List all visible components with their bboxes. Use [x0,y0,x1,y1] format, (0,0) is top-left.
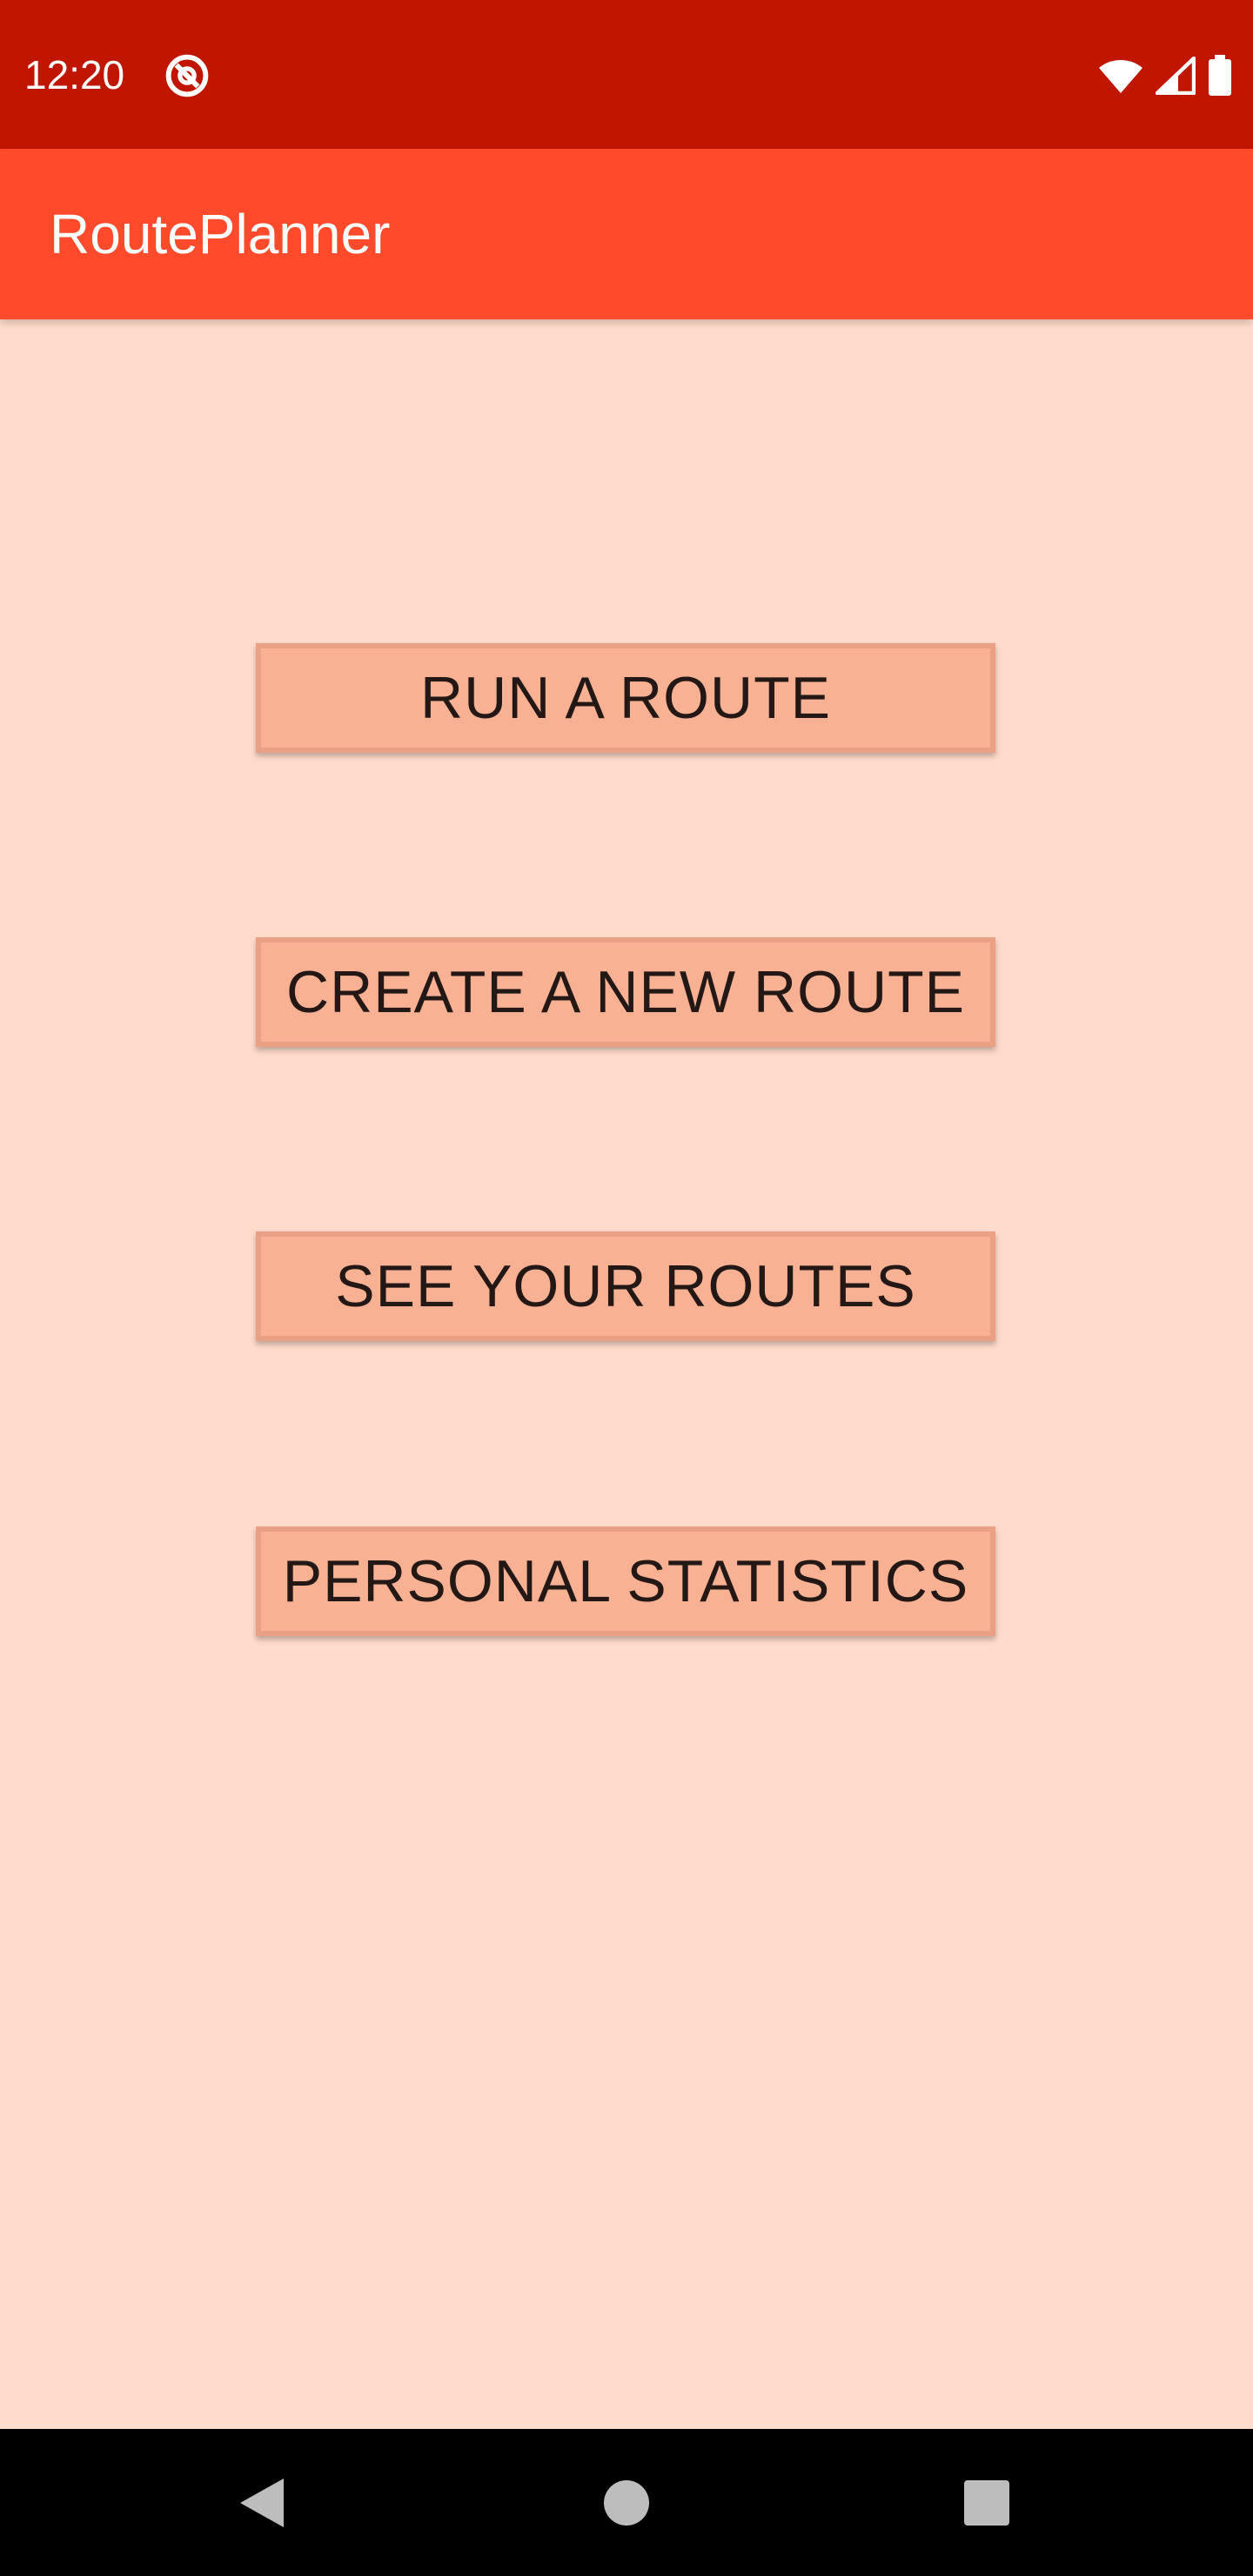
battery-icon [1209,55,1231,96]
home-button[interactable] [539,2429,714,2576]
see-your-routes-button[interactable]: SEE YOUR ROUTES [256,1231,995,1341]
cell-signal-icon [1156,57,1196,95]
navigation-bar [0,2429,1253,2576]
back-button[interactable] [174,2429,348,2576]
screen: 12:20 RoutePlanner RUN A ROUTE CREATE A … [0,0,1253,2576]
app-title: RoutePlanner [50,203,391,265]
status-time: 12:20 [24,52,125,97]
run-a-route-button[interactable]: RUN A ROUTE [256,643,995,753]
wifi-icon [1099,60,1142,93]
at-sign-icon [165,54,209,97]
home-icon [604,2479,649,2526]
status-bar: 12:20 [0,0,1253,149]
back-icon [240,2478,284,2527]
recents-icon [964,2479,1009,2526]
personal-statistics-button[interactable]: PERSONAL STATISTICS [256,1526,995,1636]
app-bar: RoutePlanner [0,149,1253,319]
recents-button[interactable] [900,2429,1074,2576]
status-icons [1098,52,1232,99]
create-a-new-route-button[interactable]: CREATE A NEW ROUTE [256,937,995,1047]
